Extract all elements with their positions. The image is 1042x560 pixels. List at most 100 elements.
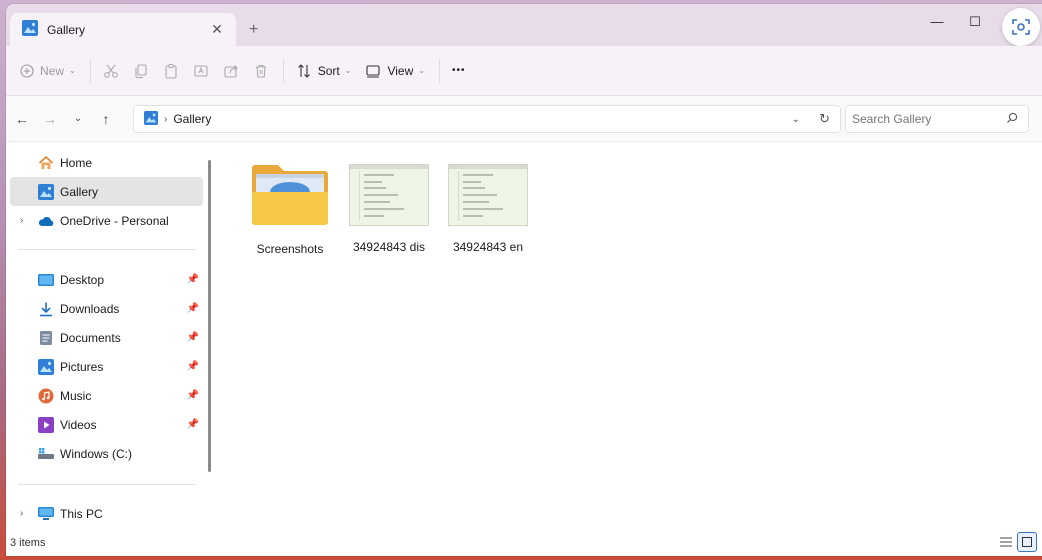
delete-button[interactable] <box>253 56 269 86</box>
sidebar-item-home[interactable]: Home <box>10 148 203 177</box>
view-label: View <box>387 63 414 78</box>
status-bar: 3 items <box>6 530 1042 556</box>
more-icon: ••• <box>451 65 466 76</box>
sidebar-item-downloads[interactable]: Downloads 📌 <box>10 294 203 323</box>
sidebar-item-label: This PC <box>60 506 103 521</box>
large-icons-view-button[interactable] <box>1017 532 1037 552</box>
sidebar-item-documents[interactable]: Documents 📌 <box>10 323 203 352</box>
sidebar-item-label: Music <box>60 388 92 403</box>
music-icon <box>38 388 54 404</box>
sidebar-item-label: Desktop <box>60 272 105 287</box>
item-name: 34924843 en <box>452 240 524 254</box>
sidebar-item-label: Documents <box>60 330 121 345</box>
pin-icon[interactable]: 📌 <box>187 419 199 430</box>
folder-icon <box>250 164 330 228</box>
pin-icon[interactable]: 📌 <box>187 303 199 314</box>
search-input[interactable] <box>852 112 1002 126</box>
tab-gallery[interactable]: Gallery ✕ <box>10 13 236 46</box>
sidebar-item-this-pc[interactable]: › This PC <box>10 499 203 528</box>
large-icons-view-icon <box>1022 537 1032 547</box>
close-tab-icon[interactable]: ✕ <box>208 21 226 38</box>
chevron-down-icon: ⌄ <box>69 66 76 75</box>
home-icon <box>38 155 54 171</box>
pin-icon[interactable]: 📌 <box>187 274 199 285</box>
command-bar: New ⌄ Sort ⌄ View ⌄ ••• <box>6 46 1042 96</box>
desktop-icon <box>38 272 54 288</box>
plus-circle-icon <box>20 63 34 78</box>
sort-button[interactable]: Sort ⌄ <box>296 56 351 86</box>
minimize-button[interactable]: — <box>922 14 952 29</box>
back-arrow-icon[interactable]: ← <box>10 111 34 127</box>
more-options-button[interactable]: ••• <box>452 56 466 86</box>
cut-button[interactable] <box>103 56 119 86</box>
sidebar-item-windows-c[interactable]: Windows (C:) <box>10 439 203 468</box>
screen-capture-button[interactable] <box>1002 8 1040 46</box>
separator <box>89 58 91 83</box>
navigation-pane: Home Gallery › OneDrive - Personal Deskt… <box>6 142 218 532</box>
sidebar-item-label: OneDrive - Personal <box>60 213 169 228</box>
separator <box>438 58 440 83</box>
gallery-icon <box>144 110 158 128</box>
copy-button[interactable] <box>133 56 149 86</box>
this-pc-icon <box>38 506 54 522</box>
cut-icon <box>103 64 118 78</box>
search-icon[interactable] <box>1006 112 1018 127</box>
tab-title: Gallery <box>47 22 86 37</box>
pin-icon[interactable]: 📌 <box>187 390 199 401</box>
image-tile-34924843-dis[interactable]: 34924843 dis <box>339 164 439 254</box>
downloads-icon <box>38 301 54 317</box>
rename-button[interactable] <box>193 56 209 86</box>
sidebar-scrollbar[interactable] <box>208 160 211 472</box>
sidebar-item-label: Gallery <box>60 184 99 199</box>
sidebar-item-desktop[interactable]: Desktop 📌 <box>10 265 203 294</box>
sidebar-item-onedrive[interactable]: › OneDrive - Personal <box>10 206 203 235</box>
sidebar-item-gallery[interactable]: Gallery <box>10 177 203 206</box>
videos-icon <box>38 416 54 433</box>
sidebar-item-music[interactable]: Music 📌 <box>10 381 203 410</box>
new-button[interactable]: New ⌄ <box>20 56 76 86</box>
pin-icon[interactable]: 📌 <box>187 361 199 372</box>
sidebar-item-pictures[interactable]: Pictures 📌 <box>10 352 203 381</box>
refresh-icon[interactable]: ↻ <box>819 111 830 127</box>
recent-locations-chevron-icon[interactable]: ⌄ <box>66 113 90 124</box>
onedrive-icon <box>38 213 54 229</box>
image-tile-34924843-en[interactable]: 34924843 en <box>438 164 538 254</box>
drive-icon <box>38 446 54 462</box>
view-button[interactable]: View ⌄ <box>365 56 425 86</box>
item-count: 3 items <box>10 537 46 549</box>
view-icon <box>366 64 380 78</box>
breadcrumb-separator-icon[interactable]: › <box>164 114 167 125</box>
chevron-right-icon[interactable]: › <box>20 215 23 226</box>
breadcrumb-gallery[interactable]: Gallery <box>173 112 211 126</box>
search-box[interactable] <box>845 105 1029 133</box>
chevron-right-icon[interactable]: › <box>20 508 23 519</box>
separator <box>282 58 284 83</box>
gallery-icon <box>22 20 38 39</box>
trash-icon <box>255 64 266 78</box>
item-name: 34924843 dis <box>352 240 426 254</box>
content-pane: Screenshots 34924843 dis 34924843 en <box>218 142 1042 532</box>
sort-label: Sort <box>317 63 340 78</box>
sidebar-item-label: Downloads <box>60 301 120 316</box>
image-thumbnail <box>448 164 528 226</box>
new-tab-button[interactable]: + <box>249 21 258 39</box>
navigation-bar: ← → ⌄ ↑ › Gallery ⌄ ↻ <box>6 96 1042 142</box>
share-icon <box>224 64 238 78</box>
title-bar: Gallery ✕ + — ☐ <box>6 4 1042 46</box>
up-arrow-icon[interactable]: ↑ <box>94 111 118 127</box>
image-thumbnail <box>349 164 429 226</box>
address-history-chevron-icon[interactable]: ⌄ <box>792 114 800 125</box>
share-button[interactable] <box>223 56 239 86</box>
sidebar-item-label: Home <box>60 155 93 170</box>
rename-icon <box>194 64 208 77</box>
forward-arrow-icon[interactable]: → <box>38 111 62 127</box>
folder-tile-screenshots[interactable]: Screenshots <box>240 164 340 256</box>
sidebar-item-videos[interactable]: Videos 📌 <box>10 410 203 439</box>
pin-icon[interactable]: 📌 <box>187 332 199 343</box>
maximize-button[interactable]: ☐ <box>960 14 990 30</box>
details-view-button[interactable] <box>996 532 1016 552</box>
gallery-icon <box>38 183 54 200</box>
sidebar-item-label: Pictures <box>60 359 104 374</box>
address-bar[interactable]: › Gallery ⌄ ↻ <box>133 105 841 133</box>
paste-button[interactable] <box>163 56 179 86</box>
